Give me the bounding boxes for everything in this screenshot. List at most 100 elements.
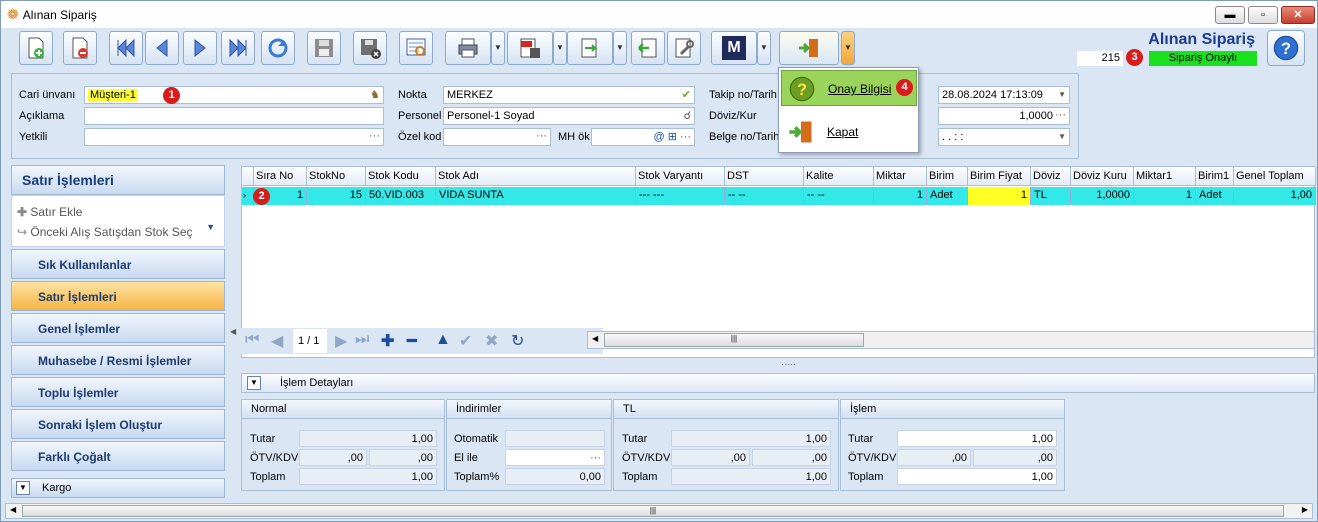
last-record-button[interactable] [221, 31, 255, 65]
previous-icon[interactable]: ◀ [271, 331, 283, 351]
save-close-button[interactable] [353, 31, 387, 65]
cell-birim-fiyat[interactable]: 1 [968, 187, 1031, 205]
scroll-thumb[interactable]: ||| [22, 505, 1284, 517]
onceki-alis-action[interactable]: ↪ Önceki Alış Satışdan Stok Seç [17, 225, 193, 239]
cell-doviz-kuru[interactable]: 1,0000 [1071, 187, 1134, 205]
column-header[interactable]: Stok Varyantı [636, 167, 725, 186]
export-dropdown-button[interactable]: ▼ [553, 31, 567, 65]
module-dropdown-button[interactable]: ▼ [757, 31, 771, 65]
mh-ok-input[interactable]: @ ⊞ ··· [591, 128, 695, 146]
close-button[interactable]: ✕ [1281, 6, 1315, 24]
cancel-icon[interactable]: ✖ [485, 331, 498, 351]
module-m-button[interactable]: M [711, 31, 757, 65]
print-dropdown-button[interactable]: ▼ [491, 31, 505, 65]
cell-stok-adi[interactable]: VIDA SUNTA [436, 187, 636, 205]
sidebar-item-toplu-islemler[interactable]: Toplu İşlemler [11, 377, 225, 407]
transfer-button[interactable] [567, 31, 613, 65]
print-button[interactable] [445, 31, 491, 65]
column-header[interactable]: Sıra No [254, 167, 307, 186]
nokta-input[interactable]: MERKEZ ✔ [443, 86, 695, 104]
add-icon[interactable]: ✚ [381, 331, 394, 351]
personel-input[interactable]: Personel-1 Soyad ☌ [443, 107, 695, 125]
column-header[interactable]: Miktar1 [1134, 167, 1196, 186]
column-header[interactable]: Döviz [1031, 167, 1071, 186]
doviz-kur-input[interactable]: 1,0000 ··· [938, 107, 1070, 125]
preview-button[interactable] [399, 31, 433, 65]
sidebar-item-farkli-cogalt[interactable]: Farklı Çoğalt [11, 441, 225, 471]
next-icon[interactable]: ▶ [335, 331, 347, 351]
details-bar[interactable]: ▼ İşlem Detayları [241, 373, 1315, 393]
cell-stok-varyanti[interactable]: --- --- [636, 187, 725, 205]
refresh-button[interactable] [261, 31, 295, 65]
scroll-thumb[interactable]: ||| [604, 333, 864, 347]
column-header[interactable]: Stok Kodu [366, 167, 436, 186]
cell-birim1[interactable]: Adet [1196, 187, 1234, 205]
export-pdf-button[interactable] [507, 31, 553, 65]
settings-button[interactable] [667, 31, 701, 65]
minimize-button[interactable]: ▬ [1215, 6, 1245, 24]
menu-item-onay-bilgisi[interactable]: ? Onay Bilgisi 4 [781, 70, 917, 106]
minus-icon[interactable]: ━ [407, 331, 417, 351]
collapse-splitter[interactable]: ◀ [230, 327, 236, 336]
exit-door-button[interactable] [779, 31, 839, 65]
check-icon[interactable]: ✔ [459, 331, 472, 351]
previous-record-button[interactable] [145, 31, 179, 65]
column-header[interactable]: Kalite [804, 167, 874, 186]
kargo-section[interactable]: ▼ Kargo [11, 478, 225, 498]
column-header[interactable]: DST [725, 167, 804, 186]
menu-item-kapat[interactable]: Kapat [781, 114, 917, 150]
up-icon[interactable]: ▲ [435, 331, 451, 349]
elile-input[interactable]: ··· [505, 449, 605, 466]
cell-genel-toplam[interactable]: 1,00 [1234, 187, 1316, 205]
refresh-icon[interactable]: ↻ [511, 331, 524, 351]
islem-tutar[interactable]: 1,00 [897, 430, 1057, 447]
takip-date-input[interactable]: 28.08.2024 17:13:09 ▼ [938, 86, 1070, 104]
new-document-button[interactable] [19, 31, 53, 65]
belge-date-input[interactable]: . . : : ▼ [938, 128, 1070, 146]
yetkili-input[interactable]: ··· [84, 128, 384, 146]
first-icon[interactable]: ⏮ [245, 331, 259, 349]
cell-dst[interactable]: -- -- [725, 187, 804, 205]
scroll-right-icon[interactable]: ▶ [1302, 505, 1308, 514]
delete-document-button[interactable] [63, 31, 97, 65]
sidebar-item-muhasebe[interactable]: Muhasebe / Resmi İşlemler [11, 345, 225, 375]
sidebar-item-sonraki-islem[interactable]: Sonraki İşlem Oluştur [11, 409, 225, 439]
column-header[interactable]: Birim [927, 167, 968, 186]
cell-miktar1[interactable]: 1 [1134, 187, 1196, 205]
cell-stok-no[interactable]: 15 [307, 187, 366, 205]
column-header[interactable]: Genel Toplam [1234, 167, 1316, 186]
cell-stok-kodu[interactable]: 50.VID.003 [366, 187, 436, 205]
cell-birim[interactable]: Adet [927, 187, 968, 205]
column-header[interactable]: Miktar [874, 167, 927, 186]
first-record-button[interactable] [109, 31, 143, 65]
import-button[interactable] [631, 31, 665, 65]
exit-dropdown-button[interactable]: ▼ [841, 31, 855, 65]
splitter-grip[interactable]: ····· [781, 359, 796, 369]
transfer-dropdown-button[interactable]: ▼ [613, 31, 627, 65]
cari-input[interactable]: Müşteri-1 ♞ [84, 86, 384, 104]
ozel-kod-input[interactable]: ··· [443, 128, 551, 146]
maximize-button[interactable]: ▫ [1248, 6, 1278, 24]
save-button[interactable] [307, 31, 341, 65]
column-header[interactable]: Birim1 [1196, 167, 1234, 186]
scroll-left-icon[interactable]: ◀ [592, 334, 598, 343]
sidebar-item-genel-islemler[interactable]: Genel İşlemler [11, 313, 225, 343]
next-record-button[interactable] [183, 31, 217, 65]
chevron-down-icon[interactable]: ▼ [206, 222, 215, 232]
grid-horizontal-scrollbar[interactable]: ◀ ||| [587, 331, 1315, 349]
help-button[interactable]: ? [1267, 30, 1305, 66]
cell-doviz[interactable]: TL [1031, 187, 1071, 205]
window-horizontal-scrollbar[interactable]: ◀ ||| ▶ [5, 503, 1313, 519]
cell-kalite[interactable]: -- -- [804, 187, 874, 205]
column-header[interactable]: Döviz Kuru [1071, 167, 1134, 186]
aciklama-input[interactable] [84, 107, 384, 125]
satir-ekle-action[interactable]: ✚ Satır Ekle [17, 205, 82, 219]
sidebar-item-sik-kullanilanlar[interactable]: Sık Kullanılanlar [11, 249, 225, 279]
cell-miktar[interactable]: 1 [874, 187, 927, 205]
last-icon[interactable]: ⏭ [355, 331, 369, 349]
scroll-left-icon[interactable]: ◀ [10, 505, 16, 514]
islem-toplam[interactable]: 1,00 [897, 468, 1057, 485]
column-header[interactable]: Birim Fiyat [968, 167, 1031, 186]
column-header[interactable]: Stok Adı [436, 167, 636, 186]
sidebar-item-satir-islemleri[interactable]: Satır İşlemleri [11, 281, 225, 311]
